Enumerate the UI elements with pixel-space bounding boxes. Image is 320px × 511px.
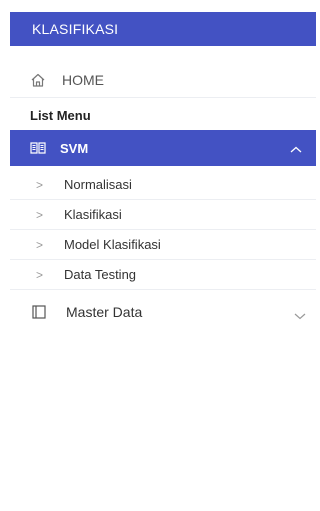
- submenu-item-normalisasi[interactable]: > Normalisasi: [10, 170, 316, 200]
- caret-right-icon: >: [36, 207, 44, 222]
- chevron-up-icon[interactable]: [290, 142, 302, 157]
- sidebar-item-label: Master Data: [66, 304, 143, 320]
- caret-right-icon: >: [36, 267, 44, 282]
- submenu-item-label: Data Testing: [64, 267, 137, 282]
- submenu-item-data-testing[interactable]: > Data Testing: [10, 260, 316, 290]
- sidebar-item-master-data[interactable]: Master Data: [10, 294, 316, 330]
- chevron-down-icon[interactable]: [294, 307, 306, 323]
- sidebar-item-home[interactable]: HOME: [10, 62, 316, 98]
- sidebar: KLASIFIKASI HOME List Menu SVM > Normali…: [0, 0, 320, 511]
- sidebar-item-svm[interactable]: SVM: [10, 130, 316, 166]
- sidebar-item-label: HOME: [62, 71, 104, 88]
- caret-right-icon: >: [36, 177, 44, 192]
- app-title: KLASIFIKASI: [10, 12, 316, 46]
- sidebar-item-label: SVM: [60, 140, 89, 156]
- submenu-item-label: Klasifikasi: [64, 207, 122, 222]
- section-title: List Menu: [30, 107, 91, 123]
- book-icon: [30, 139, 48, 157]
- window-icon: [32, 304, 48, 320]
- submenu-item-klasifikasi[interactable]: > Klasifikasi: [10, 200, 316, 230]
- caret-right-icon: >: [36, 237, 44, 252]
- submenu-item-model-klasifikasi[interactable]: > Model Klasifikasi: [10, 230, 316, 260]
- submenu-item-label: Normalisasi: [64, 177, 132, 192]
- submenu-item-label: Model Klasifikasi: [64, 237, 161, 252]
- home-icon: [30, 71, 48, 89]
